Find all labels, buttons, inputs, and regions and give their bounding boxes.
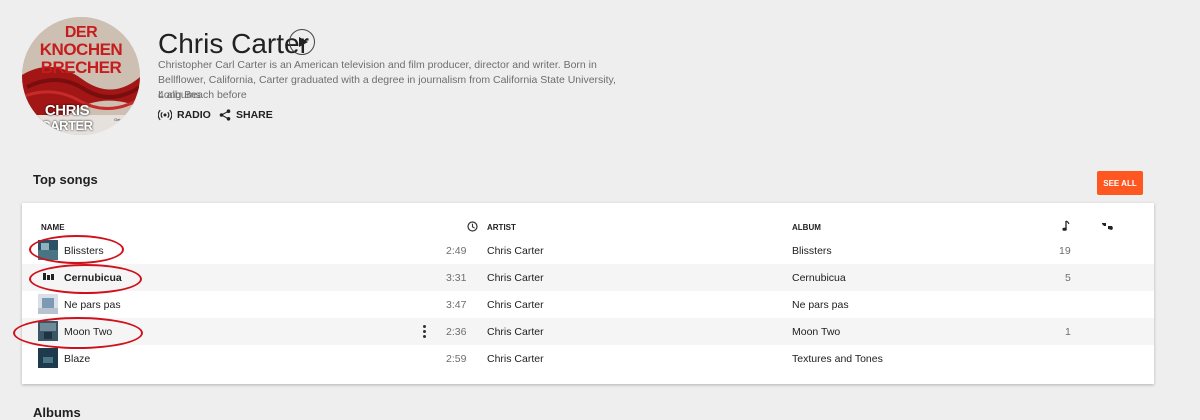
song-artist[interactable]: Chris Carter (487, 272, 544, 284)
artist-bio: Christopher Carl Carter is an American t… (158, 59, 616, 101)
song-album[interactable]: Moon Two (792, 326, 840, 338)
table-row[interactable]: Blaze 2:59 Chris Carter Textures and Ton… (22, 345, 1154, 372)
song-thumbnail (38, 321, 58, 341)
song-album[interactable]: Blissters (792, 245, 832, 257)
song-artist[interactable]: Chris Carter (487, 353, 544, 365)
equalizer-icon (43, 273, 54, 280)
table-row[interactable]: Blissters 2:49 Chris Carter Blissters 19 (22, 237, 1154, 264)
song-artist[interactable]: Chris Carter (487, 245, 544, 257)
clock-icon[interactable] (467, 221, 478, 232)
art-title-line1: DER (64, 24, 98, 41)
art-note-line2: Gay Th... (114, 123, 131, 128)
song-thumbnail (38, 294, 58, 314)
art-note-line1: Gejagt von (114, 117, 134, 122)
music-note-icon[interactable] (1062, 220, 1070, 232)
more-vert-icon[interactable] (423, 325, 426, 338)
song-title[interactable]: Blaze (64, 353, 90, 365)
column-header-album[interactable]: ALBUM (792, 223, 821, 232)
song-artist[interactable]: Chris Carter (487, 299, 544, 311)
song-title[interactable]: Blissters (64, 245, 104, 257)
song-play-count: 19 (1059, 245, 1071, 257)
art-title-line3: BRECHER (40, 58, 122, 77)
table-row[interactable]: Ne pars pas 3:47 Chris Carter Ne pars pa… (22, 291, 1154, 318)
share-label: SHARE (236, 109, 273, 121)
share-icon (219, 109, 231, 121)
radio-button[interactable]: RADIO (158, 109, 211, 121)
table-row[interactable]: Moon Two 2:36 Chris Carter Moon Two 1 (22, 318, 1154, 345)
song-title[interactable]: Cernubicua (64, 272, 122, 284)
column-header-name[interactable]: NAME (41, 223, 65, 232)
radio-label: RADIO (177, 109, 211, 121)
song-duration: 2:59 (446, 353, 467, 365)
artist-name: Chris Carter (158, 28, 309, 59)
albums-section-title: Albums (33, 405, 81, 420)
song-thumbnail (38, 348, 58, 368)
album-count: 4 albums (158, 89, 201, 101)
song-album[interactable]: Textures and Tones (792, 353, 883, 365)
song-title[interactable]: Ne pars pas (64, 299, 121, 311)
column-header-artist[interactable]: ARTIST (487, 223, 516, 232)
radio-icon (158, 109, 172, 121)
song-play-count: 5 (1065, 272, 1071, 284)
song-play-count: 1 (1065, 326, 1071, 338)
song-thumbnail (38, 240, 58, 260)
share-button[interactable]: SHARE (219, 109, 273, 121)
song-title[interactable]: Moon Two (64, 326, 112, 338)
play-button[interactable] (289, 29, 315, 55)
song-duration: 2:36 (446, 326, 467, 338)
thumbs-icon[interactable] (1101, 221, 1114, 231)
song-duration: 3:31 (446, 272, 467, 284)
song-duration: 2:49 (446, 245, 467, 257)
play-icon (299, 36, 308, 47)
table-row[interactable]: Cernubicua 3:31 Chris Carter Cernubicua … (22, 264, 1154, 291)
see-all-button[interactable]: SEE ALL (1097, 171, 1143, 195)
art-author-line2: CARTER (41, 118, 93, 133)
top-songs-table: NAME ARTIST ALBUM Blissters 2:49 Chris C… (22, 203, 1154, 384)
artist-avatar: DER KNOCHEN BRECHER CHRIS CARTER Gejagt … (22, 17, 140, 135)
art-title-line2: KNOCHEN (39, 40, 123, 59)
song-duration: 3:47 (446, 299, 467, 311)
song-album[interactable]: Cernubicua (792, 272, 846, 284)
top-songs-title: Top songs (33, 172, 98, 187)
art-author-line1: CHRIS (44, 102, 90, 119)
song-album[interactable]: Ne pars pas (792, 299, 849, 311)
song-artist[interactable]: Chris Carter (487, 326, 544, 338)
